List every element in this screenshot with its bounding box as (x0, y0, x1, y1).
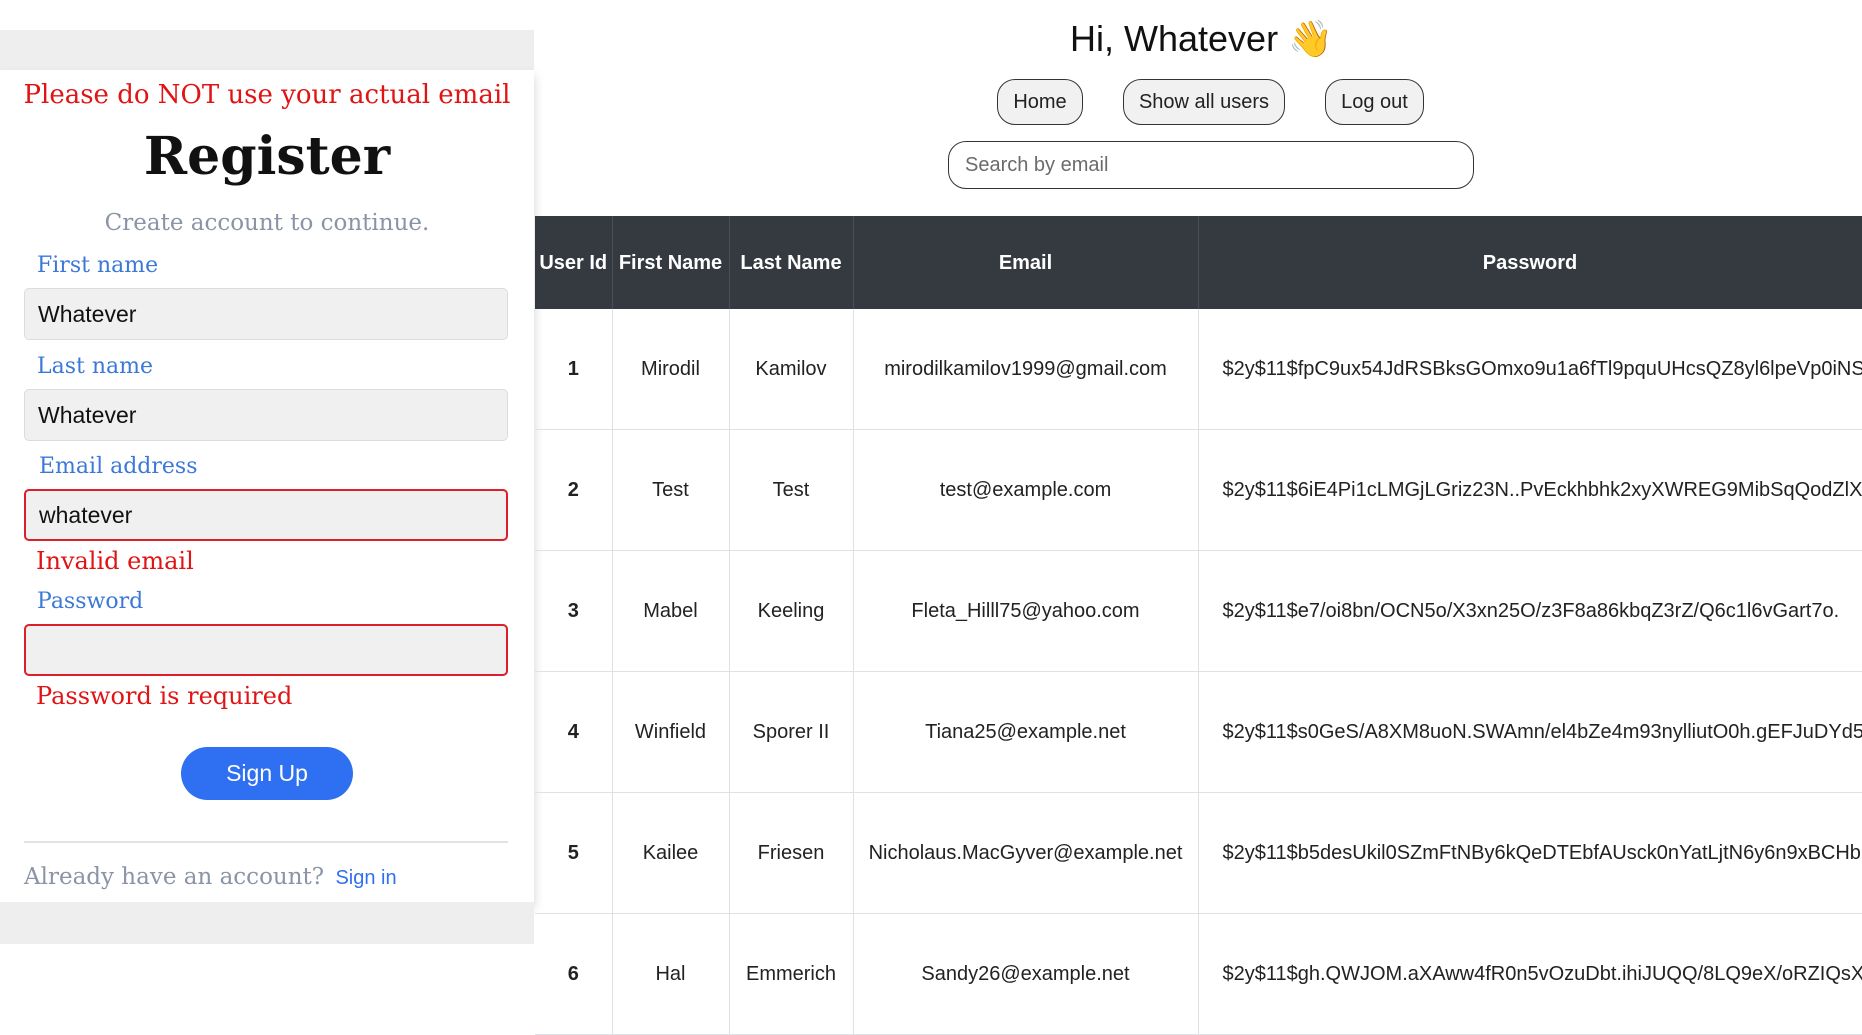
cell-last-name: Test (729, 429, 854, 551)
cell-user-id: 2 (535, 429, 613, 551)
table-row: 6 Hal Emmerich Sandy26@example.net $2y$1… (535, 913, 1862, 1035)
email-field[interactable] (24, 489, 508, 541)
email-warning: Please do NOT use your actual email (23, 80, 511, 110)
cell-last-name: Emmerich (729, 913, 854, 1035)
table-row: 5 Kailee Friesen Nicholaus.MacGyver@exam… (535, 792, 1862, 914)
cell-password: $2y$11$6iE4Pi1cLMGjLGriz23N..PvEckhbhk2x… (1198, 429, 1862, 551)
log-out-button[interactable]: Log out (1325, 79, 1424, 125)
cell-email: mirodilkamilov1999@gmail.com (853, 309, 1199, 430)
panel-bottom-band (0, 902, 534, 944)
greeting: Hi, Whatever 👋 (1070, 18, 1333, 59)
cell-password: $2y$11$s0GeS/A8XM8uoN.SWAmn/el4bZe4m93ny… (1198, 671, 1862, 793)
cell-user-id: 4 (535, 671, 613, 793)
cell-first-name: Mabel (612, 550, 730, 672)
col-header-email: Email (853, 216, 1199, 309)
cell-email: Sandy26@example.net (853, 913, 1199, 1035)
register-subtitle: Create account to continue. (104, 210, 430, 236)
first-name-label: First name (37, 253, 159, 278)
table-row: 2 Test Test test@example.com $2y$11$6iE4… (535, 429, 1862, 551)
col-header-password: Password (1198, 216, 1862, 309)
cell-password: $2y$11$fpC9ux54JdRSBksGOmxo9u1a6fTl9pquU… (1198, 309, 1862, 430)
col-header-user-id: User Id (535, 216, 613, 309)
password-error: Password is required (36, 682, 293, 710)
email-label: Email address (39, 454, 198, 479)
cell-user-id: 5 (535, 792, 613, 914)
cell-first-name: Test (612, 429, 730, 551)
cell-password: $2y$11$gh.QWJOM.aXAww4fR0n5vOzuDbt.ihiJU… (1198, 913, 1862, 1035)
cell-last-name: Keeling (729, 550, 854, 672)
first-name-field[interactable] (24, 288, 508, 340)
cell-last-name: Kamilov (729, 309, 854, 430)
table-row: 1 Mirodil Kamilov mirodilkamilov1999@gma… (535, 309, 1862, 430)
show-all-users-button[interactable]: Show all users (1123, 79, 1285, 125)
cell-first-name: Kailee (612, 792, 730, 914)
cell-last-name: Friesen (729, 792, 854, 914)
cell-first-name: Winfield (612, 671, 730, 793)
divider (24, 841, 508, 843)
search-input[interactable] (948, 141, 1474, 189)
password-field[interactable] (24, 624, 508, 676)
cell-password: $2y$11$e7/oi8bn/OCN5o/X3xn25O/z3F8a86kbq… (1198, 550, 1862, 672)
sign-up-button[interactable]: Sign Up (181, 747, 353, 800)
sign-in-link[interactable]: Sign in (335, 867, 396, 889)
cell-first-name: Mirodil (612, 309, 730, 430)
password-label: Password (37, 589, 144, 614)
table-row: 3 Mabel Keeling Fleta_Hilll75@yahoo.com … (535, 550, 1862, 672)
col-header-last-name: Last Name (729, 216, 854, 309)
last-name-label: Last name (37, 354, 154, 379)
register-panel: Please do NOT use your actual email Regi… (0, 0, 534, 975)
home-button[interactable]: Home (997, 79, 1083, 125)
register-title: Register (143, 126, 391, 187)
already-text: Already have an account? (24, 864, 325, 890)
cell-user-id: 1 (535, 309, 613, 430)
cell-email: Nicholaus.MacGyver@example.net (853, 792, 1199, 914)
last-name-field[interactable] (24, 389, 508, 441)
cell-last-name: Sporer II (729, 671, 854, 793)
already-have-account: Already have an account? Sign in (24, 864, 397, 890)
cell-email: Tiana25@example.net (853, 671, 1199, 793)
panel-top-band (0, 30, 534, 70)
users-table: User Id First Name Last Name Email Passw… (535, 216, 1862, 1035)
cell-email: test@example.com (853, 429, 1199, 551)
table-header-row: User Id First Name Last Name Email Passw… (535, 216, 1862, 309)
email-error: Invalid email (36, 547, 194, 575)
table-row: 4 Winfield Sporer II Tiana25@example.net… (535, 671, 1862, 793)
cell-user-id: 6 (535, 913, 613, 1035)
col-header-first-name: First Name (612, 216, 730, 309)
cell-user-id: 3 (535, 550, 613, 672)
cell-first-name: Hal (612, 913, 730, 1035)
cell-email: Fleta_Hilll75@yahoo.com (853, 550, 1199, 672)
register-card: Please do NOT use your actual email Regi… (0, 70, 534, 902)
cell-password: $2y$11$b5desUkil0SZmFtNBy6kQeDTEbfAUsck0… (1198, 792, 1862, 914)
